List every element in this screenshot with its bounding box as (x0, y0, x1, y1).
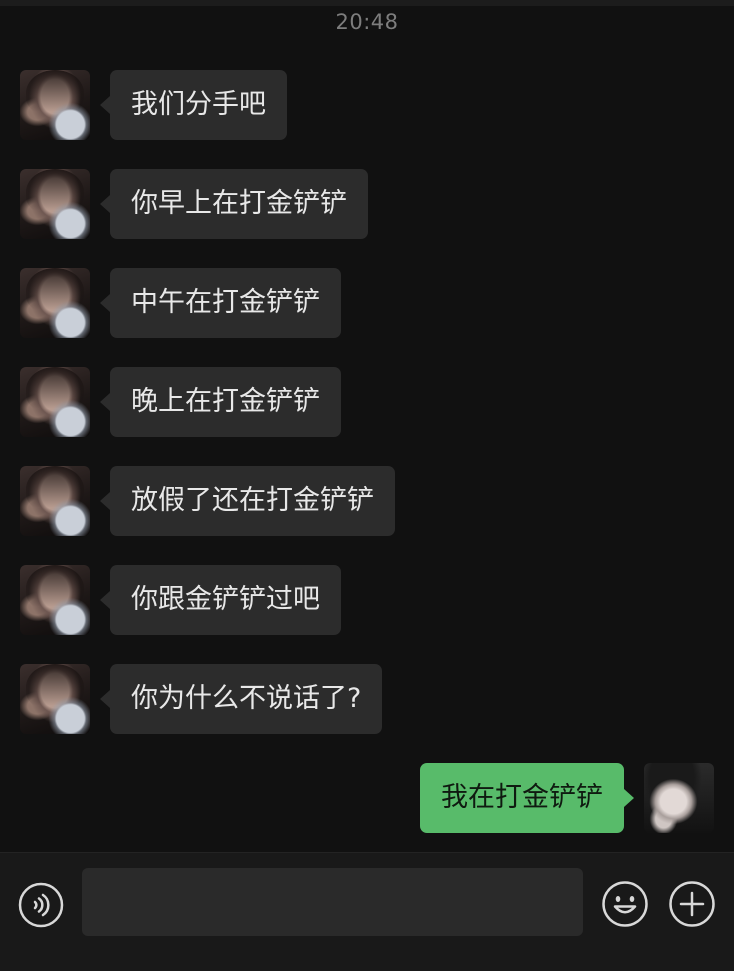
contact-avatar[interactable] (20, 367, 90, 437)
plus-icon (668, 880, 716, 928)
message-text: 你早上在打金铲铲 (110, 169, 368, 239)
message-bubble[interactable]: 晚上在打金铲铲 (100, 367, 341, 437)
input-bar (0, 852, 734, 971)
message-bubble[interactable]: 你跟金铲铲过吧 (100, 565, 341, 635)
chat-timestamp: 20:48 (335, 10, 399, 34)
message-bubble[interactable]: 中午在打金铲铲 (100, 268, 341, 338)
message-text: 你跟金铲铲过吧 (110, 565, 341, 635)
message-text: 中午在打金铲铲 (110, 268, 341, 338)
contact-avatar[interactable] (20, 70, 90, 140)
message-text: 你为什么不说话了? (110, 664, 383, 734)
message-bubble[interactable]: 放假了还在打金铲铲 (100, 466, 395, 536)
contact-avatar[interactable] (20, 466, 90, 536)
status-bar-edge (0, 0, 734, 6)
message-row-incoming: 你早上在打金铲铲 (20, 169, 368, 239)
my-avatar[interactable] (644, 763, 714, 833)
message-row-outgoing: 我在打金铲铲 (420, 763, 714, 833)
emoji-icon (601, 880, 649, 928)
voice-button[interactable] (18, 882, 64, 928)
message-bubble[interactable]: 我们分手吧 (100, 70, 287, 140)
more-button[interactable] (668, 880, 716, 928)
contact-avatar[interactable] (20, 664, 90, 734)
message-text: 放假了还在打金铲铲 (110, 466, 395, 536)
message-bubble[interactable]: 你为什么不说话了? (99, 664, 383, 734)
message-row-incoming: 晚上在打金铲铲 (20, 367, 341, 437)
emoji-button[interactable] (601, 880, 649, 928)
message-row-incoming: 中午在打金铲铲 (20, 268, 341, 338)
voice-icon (18, 882, 64, 928)
message-bubble[interactable]: 你早上在打金铲铲 (100, 169, 368, 239)
contact-avatar[interactable] (20, 268, 90, 338)
message-row-incoming: 我们分手吧 (20, 70, 287, 140)
message-row-incoming: 你跟金铲铲过吧 (20, 565, 341, 635)
message-bubble-sent[interactable]: 我在打金铲铲 (420, 763, 634, 833)
message-input[interactable] (82, 868, 583, 936)
message-text: 我在打金铲铲 (420, 763, 624, 833)
message-row-incoming: 你为什么不说话了? (20, 664, 383, 734)
message-text: 我们分手吧 (110, 70, 287, 140)
contact-avatar[interactable] (20, 169, 90, 239)
message-text: 晚上在打金铲铲 (110, 367, 341, 437)
contact-avatar[interactable] (20, 565, 90, 635)
message-row-incoming: 放假了还在打金铲铲 (20, 466, 395, 536)
